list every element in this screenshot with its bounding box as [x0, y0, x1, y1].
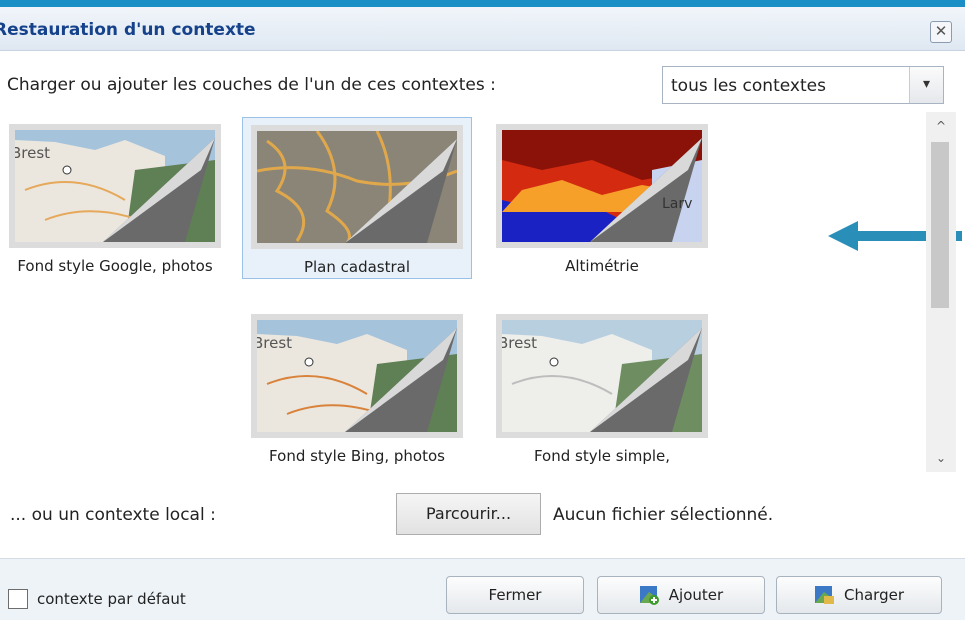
context-label: Altimétrie: [565, 257, 639, 275]
context-filter-value: tous les contextes: [671, 76, 826, 96]
context-label: Fond style Bing, photos: [269, 447, 445, 465]
close-icon[interactable]: ✕: [930, 21, 952, 43]
default-context-label: contexte par défaut: [37, 590, 186, 608]
dialog-titlebar[interactable]: Restauration d'un contexte ✕: [0, 7, 965, 51]
add-button-label: Ajouter: [668, 586, 724, 604]
map-thumbnail: Brest: [251, 314, 463, 438]
context-tile-google[interactable]: Brest Fond style Google, photos: [0, 112, 230, 277]
close-button-label: Fermer: [488, 586, 542, 604]
map-thumbnail: Brest: [9, 124, 221, 248]
map-label: Brest: [257, 334, 292, 352]
load-button-label: Charger: [844, 586, 904, 604]
add-button[interactable]: Ajouter: [597, 576, 765, 614]
scroll-down-icon[interactable]: ⌄: [926, 444, 956, 472]
default-context-checkbox[interactable]: [8, 589, 28, 609]
context-gallery: Brest Fond style Google, photos Plan cad…: [0, 112, 965, 472]
context-tile-cadastre[interactable]: Plan cadastral: [242, 117, 472, 279]
scroll-up-icon[interactable]: ^: [926, 112, 956, 140]
context-filter-select[interactable]: tous les contextes ▾: [662, 66, 944, 104]
gallery-scrollbar[interactable]: ^ ⌄: [926, 112, 956, 472]
context-tile-altimetrie[interactable]: Larv Altimétrie: [487, 112, 717, 277]
add-layer-icon: [639, 586, 659, 605]
chevron-down-icon[interactable]: ▾: [909, 67, 943, 103]
load-button[interactable]: Charger: [776, 576, 942, 614]
map-label: Larv: [662, 196, 692, 212]
dialog-title: Restauration d'un contexte: [0, 20, 256, 40]
intro-text: Charger ou ajouter les couches de l'un d…: [7, 75, 496, 95]
map-label: Brest: [15, 144, 50, 162]
map-label: Brest: [502, 334, 537, 352]
browse-button[interactable]: Parcourir...: [396, 493, 541, 535]
context-tile-bing[interactable]: Brest Fond style Bing, photos: [242, 302, 472, 467]
map-thumbnail: Larv: [496, 124, 708, 248]
file-status-text: Aucun fichier sélectionné.: [553, 505, 774, 525]
map-thumbnail: Brest: [496, 314, 708, 438]
load-layer-icon: [815, 586, 834, 604]
context-label: Fond style simple,: [533, 447, 671, 465]
context-label: Fond style Google, photos: [17, 257, 213, 275]
top-accent-bar: [0, 0, 965, 7]
context-tile-simple[interactable]: Brest Fond style simple,: [487, 302, 717, 467]
map-thumbnail: [251, 125, 463, 249]
context-label: Plan cadastral: [303, 258, 411, 276]
close-button[interactable]: Fermer: [446, 576, 584, 614]
scroll-thumb[interactable]: [931, 142, 949, 308]
local-context-label: ... ou un contexte local :: [10, 505, 216, 525]
